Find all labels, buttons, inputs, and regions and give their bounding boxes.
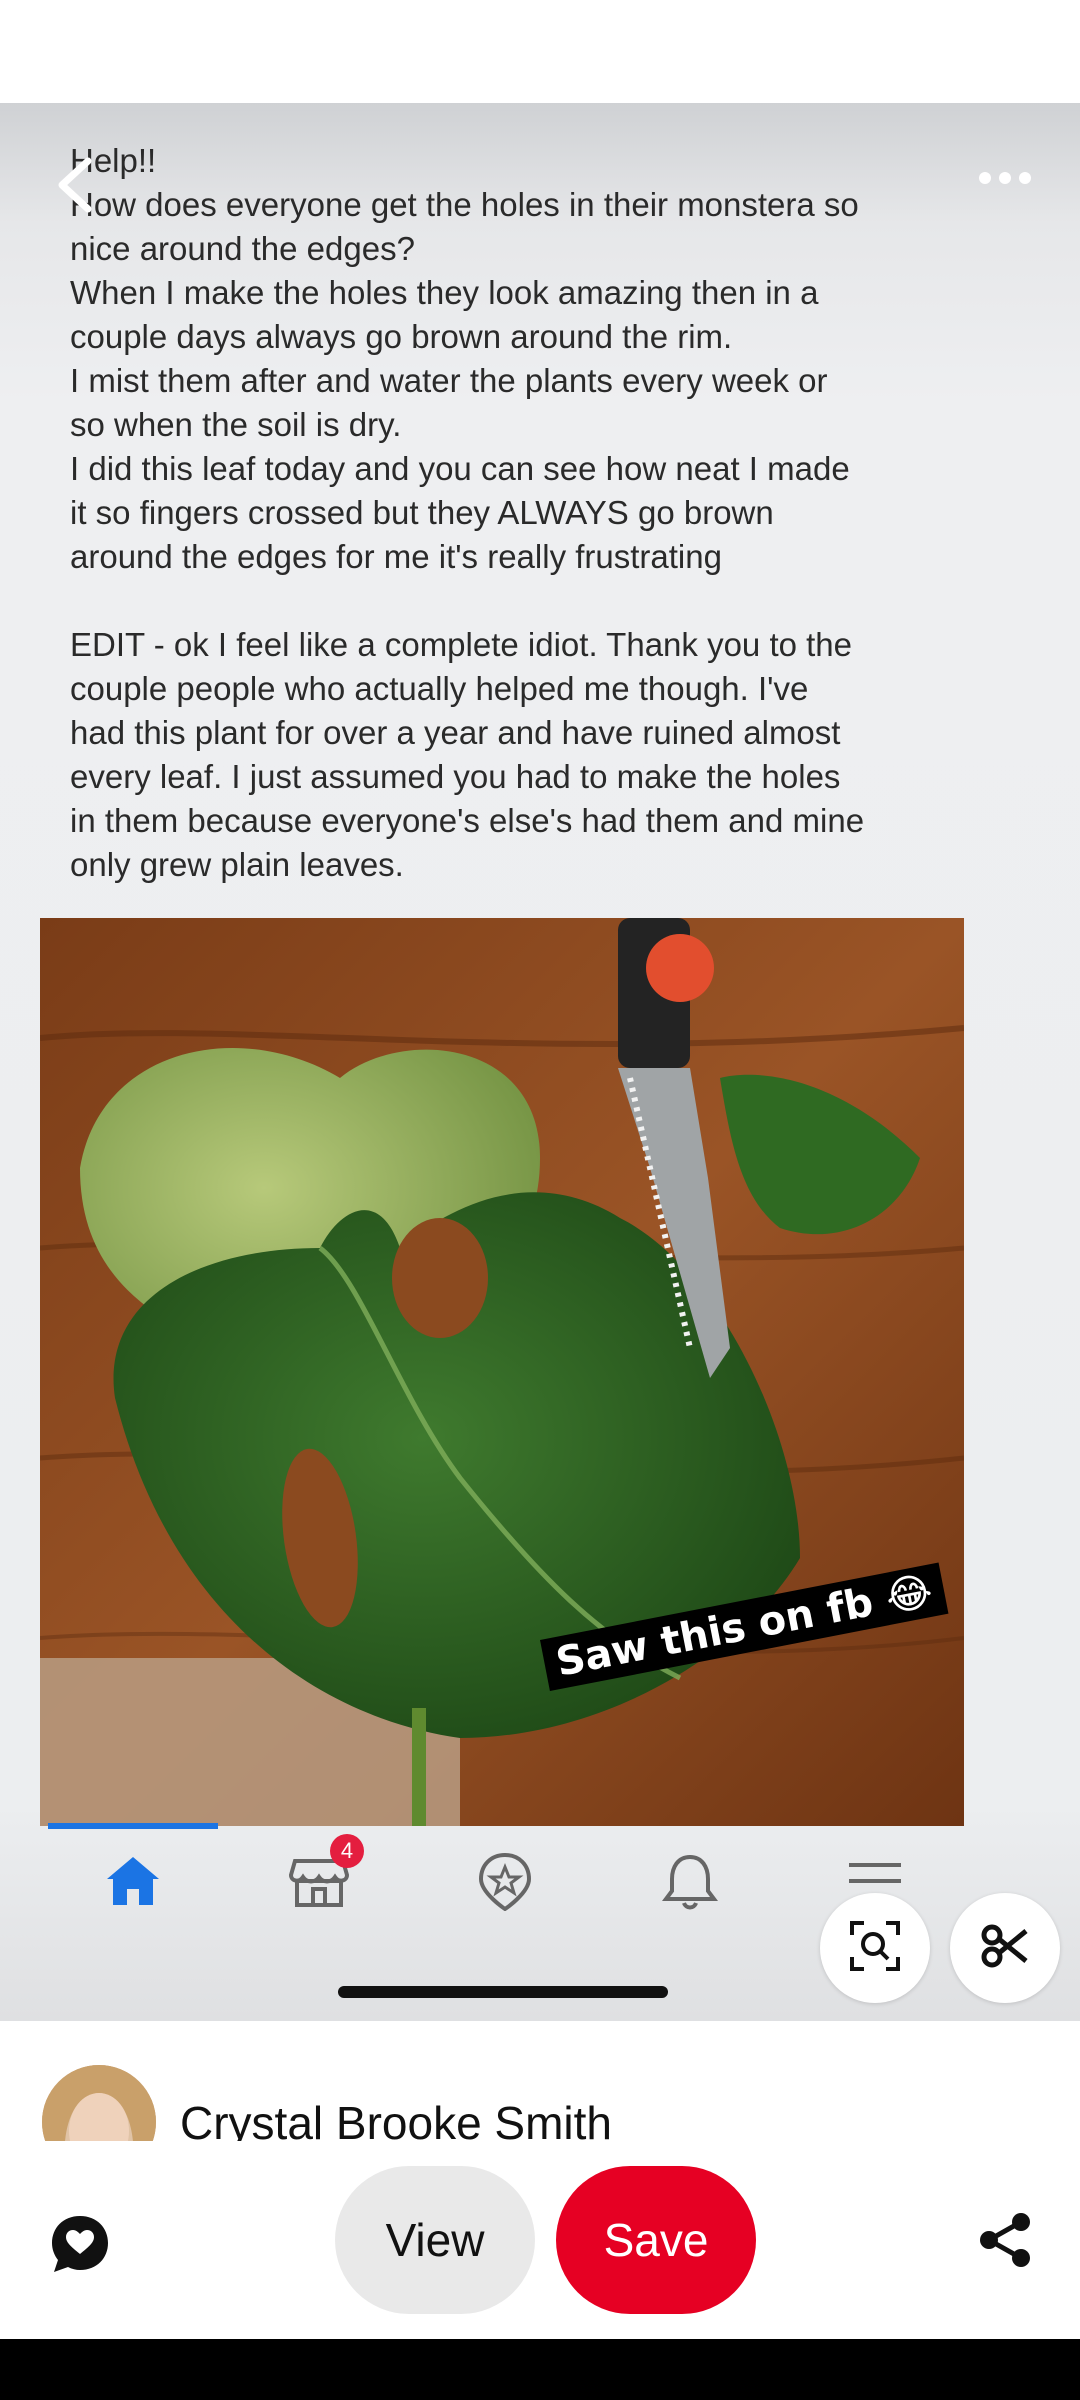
scissors-button[interactable] bbox=[950, 1893, 1060, 2003]
view-button[interactable]: View bbox=[335, 2166, 535, 2314]
home-icon bbox=[98, 1846, 168, 1916]
system-nav-bar bbox=[0, 2339, 1080, 2400]
post-text: Help!! How does everyone get the holes i… bbox=[70, 139, 970, 887]
author-name[interactable]: Crystal Brooke Smith bbox=[180, 2093, 612, 2145]
marketplace-badge: 4 bbox=[330, 1834, 364, 1868]
more-options-icon[interactable] bbox=[975, 158, 1035, 198]
edit-line: only grew plain leaves. bbox=[70, 846, 404, 883]
visual-search-button[interactable] bbox=[820, 1893, 930, 2003]
notifications-icon bbox=[655, 1846, 725, 1916]
edit-line: EDIT - ok I feel like a complete idiot. … bbox=[70, 626, 853, 663]
post-line: I mist them after and water the plants e… bbox=[70, 362, 828, 399]
comment-icon[interactable] bbox=[48, 2212, 112, 2276]
marketplace-icon: 4 bbox=[284, 1834, 364, 1916]
monstera-photo bbox=[40, 918, 964, 1826]
back-arrow-icon[interactable] bbox=[50, 155, 100, 215]
post-line: couple days always go brown around the r… bbox=[70, 318, 733, 355]
save-button[interactable]: Save bbox=[556, 2166, 756, 2314]
post-line: I did this leaf today and you can see ho… bbox=[70, 450, 850, 487]
post-line: around the edges for me it's really frus… bbox=[70, 538, 722, 575]
edit-line: had this plant for over a year and have … bbox=[70, 714, 841, 751]
post-line: When I make the holes they look amazing … bbox=[70, 274, 819, 311]
edit-line: every leaf. I just assumed you had to ma… bbox=[70, 758, 841, 795]
post-line: Help!! bbox=[70, 142, 157, 179]
visual-search-icon bbox=[848, 1919, 902, 1978]
edit-line: in them because everyone's else's had th… bbox=[70, 802, 865, 839]
share-icon[interactable] bbox=[975, 2210, 1035, 2270]
avatar[interactable] bbox=[42, 2065, 156, 2141]
post-line: it so fingers crossed but they ALWAYS go… bbox=[70, 494, 774, 531]
groups-icon bbox=[470, 1846, 540, 1916]
home-indicator-bar bbox=[338, 1986, 668, 1998]
action-bar bbox=[0, 2141, 1080, 2339]
post-line: nice around the edges? bbox=[70, 230, 415, 267]
pin-image[interactable]: Help!! How does everyone get the holes i… bbox=[0, 103, 1080, 2021]
scissors-icon bbox=[980, 1921, 1030, 1976]
edit-line: couple people who actually helped me tho… bbox=[70, 670, 809, 707]
top-spacer bbox=[0, 0, 1080, 103]
post-line: How does everyone get the holes in their… bbox=[70, 186, 859, 223]
post-line: so when the soil is dry. bbox=[70, 406, 402, 443]
